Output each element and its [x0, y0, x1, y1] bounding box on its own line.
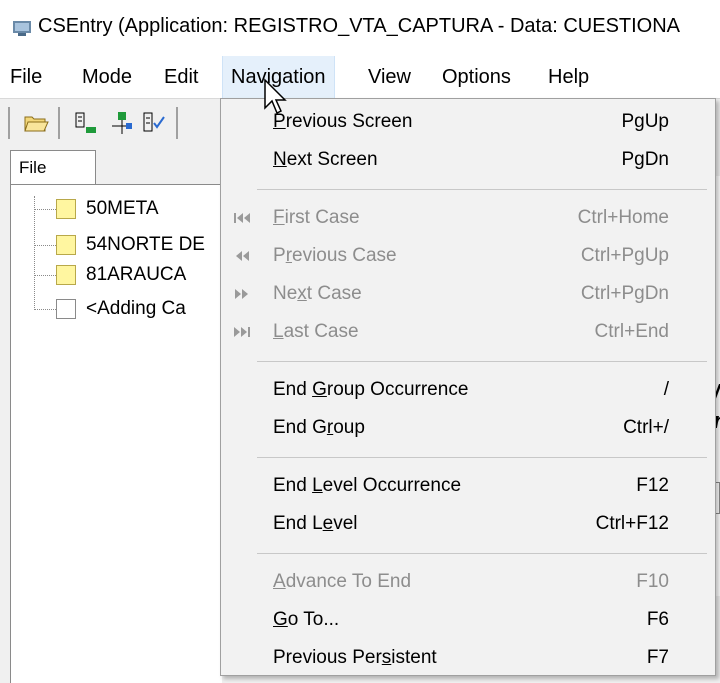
- menu-item-shortcut: F12: [636, 475, 669, 496]
- menu-item-next-case[interactable]: Next Case Ctrl+PgDn: [221, 275, 715, 313]
- tree-connector: [34, 245, 56, 246]
- menu-item-end-level[interactable]: End Level Ctrl+F12: [221, 505, 715, 543]
- tree-item-label: 50META: [86, 198, 159, 219]
- navigation-menu: Previous Screen PgUp Next Screen PgDn First …: [220, 98, 716, 676]
- menu-item-shortcut: PgDn: [621, 149, 669, 170]
- menu-separator: [257, 457, 707, 458]
- tree-connector: [34, 275, 56, 276]
- menu-item-label: End Level: [273, 513, 358, 534]
- menu-item-next-screen[interactable]: Next Screen PgDn: [221, 141, 715, 179]
- menu-bar: File Mode Edit Navigation View Options H…: [0, 56, 720, 98]
- case-folder-icon: [56, 265, 76, 285]
- tree-node-icon[interactable]: [108, 109, 136, 137]
- menu-item-label: End Level Occurrence: [273, 475, 462, 496]
- menu-item-shortcut: Ctrl+/: [623, 417, 669, 438]
- menu-item-shortcut: F7: [646, 647, 669, 668]
- toolbar-grip: [8, 107, 10, 139]
- title-bar: CSEntry (Application: REGISTRO_VTA_CAPTU…: [0, 0, 720, 56]
- menu-item-label: Previous Persistent: [273, 647, 437, 668]
- menu-item-shortcut: Ctrl+PgDn: [580, 283, 669, 304]
- tree-connector: [34, 209, 56, 210]
- menu-item-label: First Case: [273, 207, 360, 228]
- tab-file[interactable]: File: [10, 150, 96, 184]
- tree-item-label: 81ARAUCA: [86, 264, 187, 285]
- menu-file[interactable]: File: [10, 56, 42, 98]
- menu-item-end-level-occurrence[interactable]: End Level Occurrence F12: [221, 467, 715, 505]
- last-case-icon: [234, 327, 250, 337]
- toolbar-separator: [58, 107, 60, 139]
- blank-case-icon: [56, 299, 76, 319]
- menu-item-label: Previous Screen: [273, 111, 413, 132]
- insert-node-icon[interactable]: [72, 109, 100, 137]
- menu-item-go-to[interactable]: Go To... F6: [221, 601, 715, 639]
- app-icon: [13, 21, 31, 36]
- menu-item-label: Last Case: [273, 321, 359, 342]
- toolbar-separator-2: [176, 107, 178, 139]
- menu-item-shortcut: Ctrl+F12: [595, 513, 669, 534]
- menu-item-shortcut: /: [663, 379, 669, 400]
- previous-case-icon: [236, 251, 249, 261]
- menu-item-advance-to-end[interactable]: Advance To End F10: [221, 563, 715, 601]
- tree-connector: [34, 309, 56, 310]
- menu-item-shortcut: Ctrl+Home: [577, 207, 669, 228]
- tree-item-label: 54NORTE DE: [86, 234, 205, 255]
- menu-options[interactable]: Options: [442, 56, 511, 98]
- tree-item-label: <Adding Ca: [86, 298, 186, 319]
- menu-item-first-case[interactable]: First Case Ctrl+Home: [221, 199, 715, 237]
- menu-item-last-case[interactable]: Last Case Ctrl+End: [221, 313, 715, 351]
- mouse-cursor-icon: [264, 78, 287, 115]
- menu-item-label: Go To...: [273, 609, 340, 630]
- menu-separator: [257, 189, 707, 190]
- menu-view[interactable]: View: [368, 56, 411, 98]
- menu-item-end-group[interactable]: End Group Ctrl+/: [221, 409, 715, 447]
- menu-item-shortcut: Ctrl+End: [594, 321, 669, 342]
- menu-item-previous-persistent[interactable]: Previous Persistent F7: [221, 639, 715, 677]
- case-folder-icon: [56, 235, 76, 255]
- menu-separator: [257, 361, 707, 362]
- menu-item-previous-screen[interactable]: Previous Screen PgUp: [221, 103, 715, 141]
- menu-separator: [257, 553, 707, 554]
- next-case-icon: [235, 289, 248, 299]
- open-folder-icon[interactable]: [22, 109, 50, 137]
- menu-item-end-group-occurrence[interactable]: End Group Occurrence /: [221, 371, 715, 409]
- menu-item-shortcut: F10: [636, 571, 669, 592]
- window-title: CSEntry (Application: REGISTRO_VTA_CAPTU…: [38, 15, 681, 37]
- menu-item-label: Next Screen: [273, 149, 378, 170]
- menu-mode[interactable]: Mode: [82, 56, 132, 98]
- tree-connector: [34, 196, 35, 310]
- menu-item-previous-case[interactable]: Previous Case Ctrl+PgUp: [221, 237, 715, 275]
- menu-item-label: Previous Case: [273, 245, 397, 266]
- menu-item-label: Advance To End: [273, 571, 412, 592]
- case-tree-panel: [10, 184, 222, 683]
- menu-item-shortcut: Ctrl+PgUp: [580, 245, 669, 266]
- menu-help[interactable]: Help: [548, 56, 589, 98]
- menu-item-label: Next Case: [273, 283, 362, 304]
- menu-item-label: End Group Occurrence: [273, 379, 469, 400]
- check-list-icon[interactable]: [140, 109, 168, 137]
- menu-item-shortcut: F6: [646, 609, 669, 630]
- case-folder-icon: [56, 199, 76, 219]
- menu-item-shortcut: PgUp: [621, 111, 669, 132]
- menu-item-label: End Group: [273, 417, 365, 438]
- menu-edit[interactable]: Edit: [164, 56, 198, 98]
- first-case-icon: [234, 213, 250, 223]
